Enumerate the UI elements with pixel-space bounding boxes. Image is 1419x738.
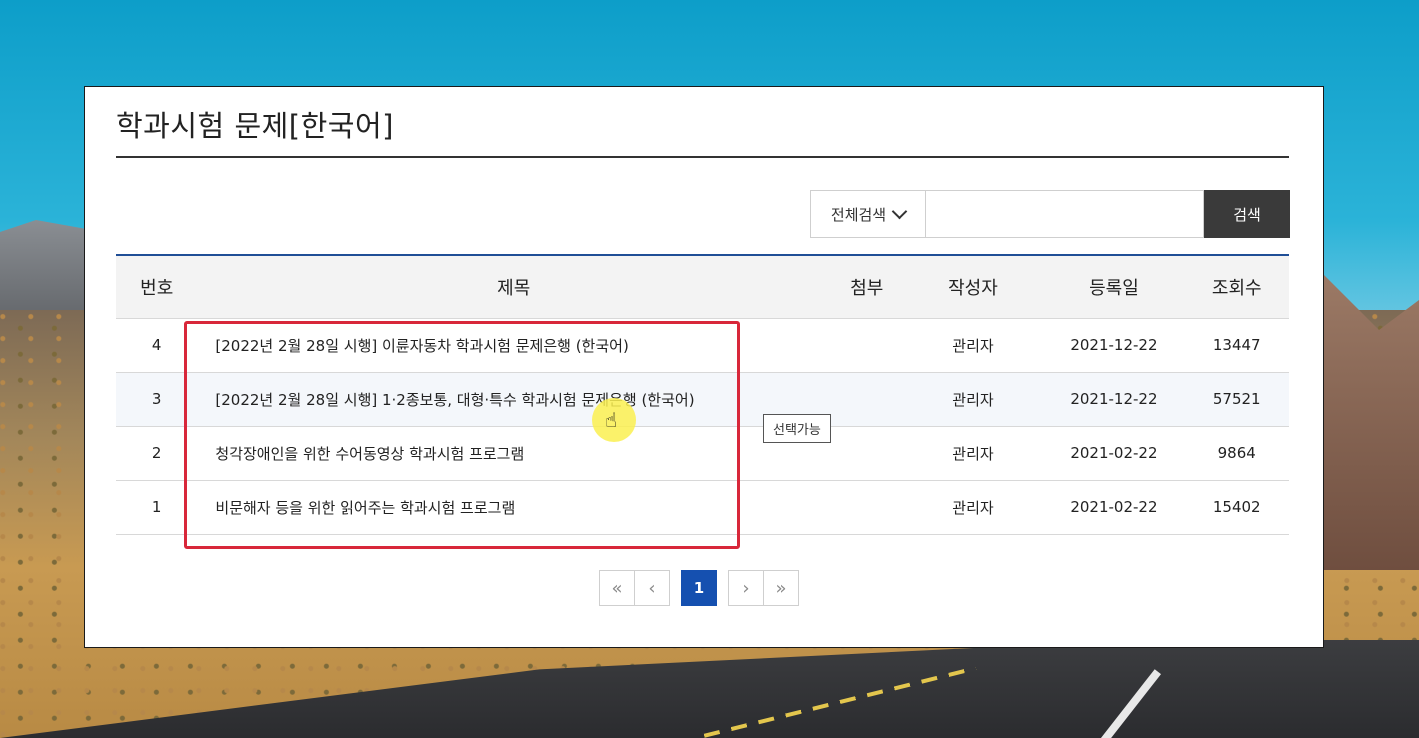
row-number: 4 <box>116 318 198 373</box>
row-title-link[interactable]: 청각장애인을 위한 수어동영상 학과시험 프로그램 <box>197 426 832 481</box>
table-row: 1 비문해자 등을 위한 읽어주는 학과시험 프로그램 관리자 2021-02-… <box>116 480 1289 535</box>
row-title-link[interactable]: [2022년 2월 28일 시행] 이륜자동차 학과시험 문제은행 (한국어) <box>197 318 832 373</box>
hand-pointer-icon: ☝ <box>605 408 618 432</box>
row-author: 관리자 <box>902 318 1044 373</box>
row-author: 관리자 <box>902 426 1044 481</box>
row-number: 1 <box>116 480 198 535</box>
first-page-button[interactable]: « <box>599 570 635 606</box>
search-bar: 전체검색 검색 <box>810 190 1290 240</box>
row-date: 2021-02-22 <box>1043 480 1185 535</box>
row-views: 9864 <box>1184 426 1289 481</box>
header-author: 작성자 <box>902 256 1044 319</box>
search-input[interactable] <box>926 190 1204 238</box>
header-attachment: 첨부 <box>831 256 903 319</box>
row-date: 2021-02-22 <box>1043 426 1185 481</box>
pagination: « ‹ 1 › » <box>599 570 799 606</box>
post-table: 번호 제목 첨부 작성자 등록일 조회수 4 [2022년 2월 28일 시행]… <box>116 254 1289 535</box>
row-date: 2021-12-22 <box>1043 372 1185 427</box>
row-number: 3 <box>116 372 198 427</box>
row-title-link[interactable]: 비문해자 등을 위한 읽어주는 학과시험 프로그램 <box>197 480 832 535</box>
header-views: 조회수 <box>1184 256 1289 319</box>
page-1-button[interactable]: 1 <box>681 570 717 606</box>
row-views: 13447 <box>1184 318 1289 373</box>
last-page-button[interactable]: » <box>763 570 799 606</box>
row-attachment <box>831 426 903 481</box>
row-number: 2 <box>116 426 198 481</box>
row-title-link[interactable]: [2022년 2월 28일 시행] 1·2종보통, 대형·특수 학과시험 문제은… <box>197 372 832 427</box>
row-attachment <box>831 480 903 535</box>
table-header-row: 번호 제목 첨부 작성자 등록일 조회수 <box>116 256 1289 319</box>
header-date: 등록일 <box>1043 256 1185 319</box>
row-author: 관리자 <box>902 372 1044 427</box>
search-scope-label: 전체검색 <box>830 205 887 224</box>
row-date: 2021-12-22 <box>1043 318 1185 373</box>
table-row: 4 [2022년 2월 28일 시행] 이륜자동차 학과시험 문제은행 (한국어… <box>116 318 1289 373</box>
search-scope-select[interactable]: 전체검색 <box>810 190 926 238</box>
table-row: 3 [2022년 2월 28일 시행] 1·2종보통, 대형·특수 학과시험 문… <box>116 372 1289 427</box>
prev-page-button[interactable]: ‹ <box>634 570 670 606</box>
title-divider <box>116 156 1289 158</box>
row-views: 57521 <box>1184 372 1289 427</box>
header-title: 제목 <box>197 256 832 319</box>
table-row: 2 청각장애인을 위한 수어동영상 학과시험 프로그램 관리자 2021-02-… <box>116 426 1289 481</box>
next-page-button[interactable]: › <box>728 570 764 606</box>
row-views: 15402 <box>1184 480 1289 535</box>
header-number: 번호 <box>116 256 198 319</box>
chevron-down-icon <box>891 203 908 220</box>
row-attachment <box>831 318 903 373</box>
row-attachment <box>831 372 903 427</box>
tooltip: 선택가능 <box>763 414 831 443</box>
search-button[interactable]: 검색 <box>1204 190 1290 238</box>
page-title: 학과시험 문제[한국어] <box>116 109 394 143</box>
board-panel: 학과시험 문제[한국어] 전체검색 검색 번호 제목 첨부 작성자 등록일 조회… <box>84 86 1324 648</box>
row-author: 관리자 <box>902 480 1044 535</box>
